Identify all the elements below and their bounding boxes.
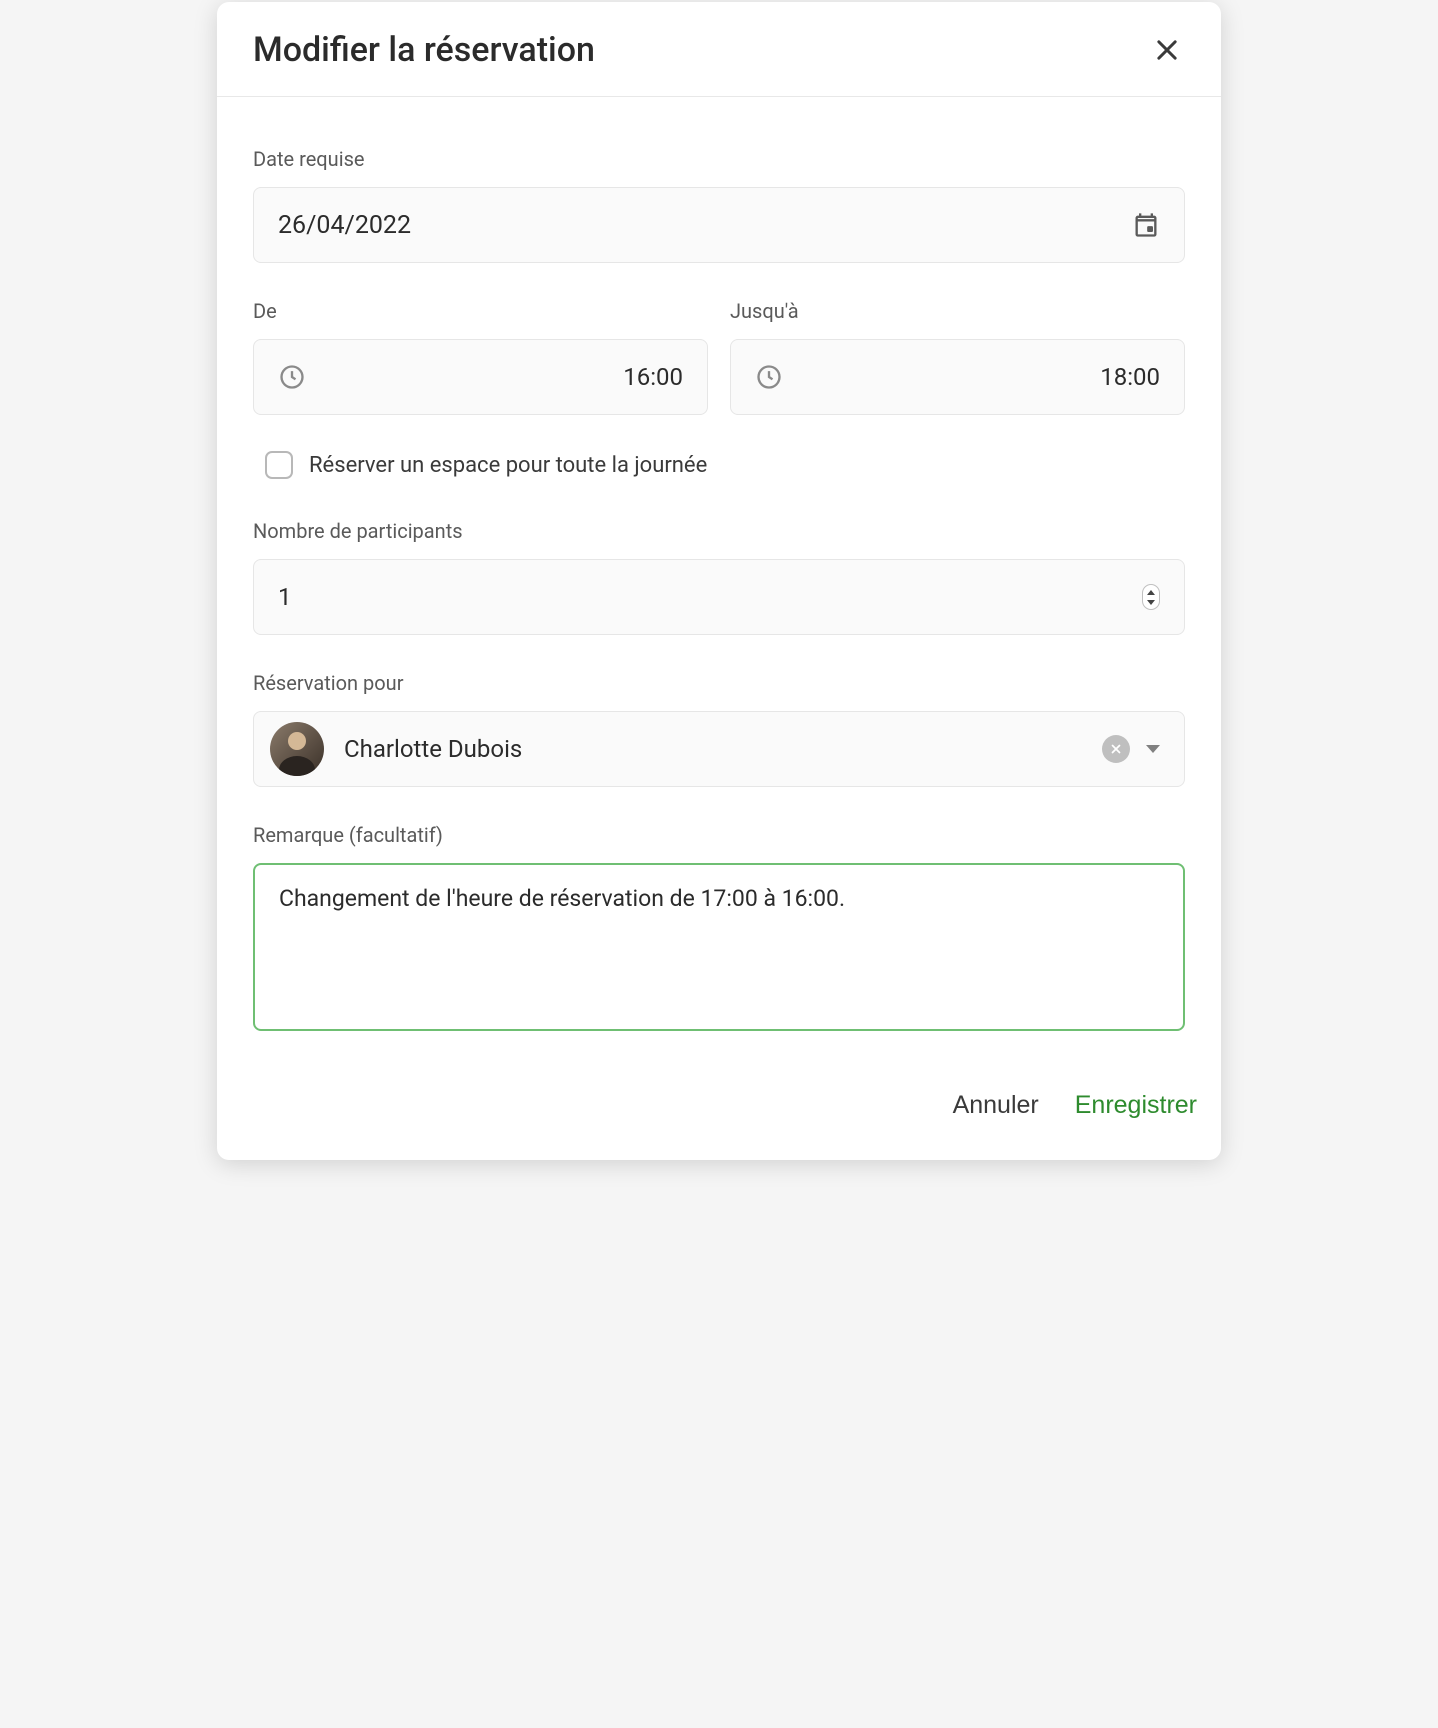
close-button[interactable]: [1149, 32, 1185, 68]
time-to-group: Jusqu'à 18:00: [730, 299, 1185, 415]
date-group: Date requise 26/04/2022: [253, 147, 1185, 263]
time-to-label: Jusqu'à: [730, 299, 1185, 323]
chevron-down-icon[interactable]: [1146, 745, 1160, 753]
booking-for-input[interactable]: Charlotte Dubois: [253, 711, 1185, 787]
quantity-stepper[interactable]: [1142, 584, 1160, 610]
clock-icon: [278, 363, 306, 391]
cancel-button[interactable]: Annuler: [953, 1087, 1039, 1124]
dialog-title: Modifier la réservation: [253, 30, 595, 70]
all-day-checkbox[interactable]: [265, 451, 293, 479]
time-from-value: 16:00: [623, 363, 683, 391]
all-day-row: Réserver un espace pour toute la journée: [253, 451, 1185, 479]
close-icon: [1109, 742, 1123, 756]
clear-person-button[interactable]: [1102, 735, 1130, 763]
time-from-label: De: [253, 299, 708, 323]
note-group: Remarque (facultatif): [253, 823, 1185, 1035]
time-from-group: De 16:00: [253, 299, 708, 415]
time-row: De 16:00 Jusqu'à 18:00: [253, 299, 1185, 415]
calendar-icon: [1132, 211, 1160, 239]
participants-value: 1: [278, 583, 292, 611]
time-to-value: 18:00: [1100, 363, 1160, 391]
date-input[interactable]: 26/04/2022: [253, 187, 1185, 263]
close-icon: [1153, 36, 1181, 64]
participants-input[interactable]: 1: [253, 559, 1185, 635]
all-day-label: Réserver un espace pour toute la journée: [309, 453, 707, 478]
dialog-footer: Annuler Enregistrer: [217, 1055, 1221, 1160]
time-from-input[interactable]: 16:00: [253, 339, 708, 415]
chevron-up-icon: [1147, 590, 1155, 595]
chevron-down-icon: [1147, 600, 1155, 605]
date-value: 26/04/2022: [278, 211, 411, 240]
date-label: Date requise: [253, 147, 1185, 171]
dialog-body: Date requise 26/04/2022 De 16:00: [217, 97, 1221, 1055]
booking-for-label: Réservation pour: [253, 671, 1185, 695]
dialog-header: Modifier la réservation: [217, 2, 1221, 97]
note-label: Remarque (facultatif): [253, 823, 1185, 847]
person-name: Charlotte Dubois: [344, 735, 1082, 763]
avatar: [270, 722, 324, 776]
clock-icon: [755, 363, 783, 391]
edit-reservation-dialog: Modifier la réservation Date requise 26/…: [217, 2, 1221, 1160]
booking-for-group: Réservation pour Charlotte Dubois: [253, 671, 1185, 787]
participants-group: Nombre de participants 1: [253, 519, 1185, 635]
participants-label: Nombre de participants: [253, 519, 1185, 543]
person-actions: [1102, 735, 1160, 763]
save-button[interactable]: Enregistrer: [1075, 1087, 1197, 1124]
note-textarea[interactable]: [253, 863, 1185, 1031]
time-to-input[interactable]: 18:00: [730, 339, 1185, 415]
